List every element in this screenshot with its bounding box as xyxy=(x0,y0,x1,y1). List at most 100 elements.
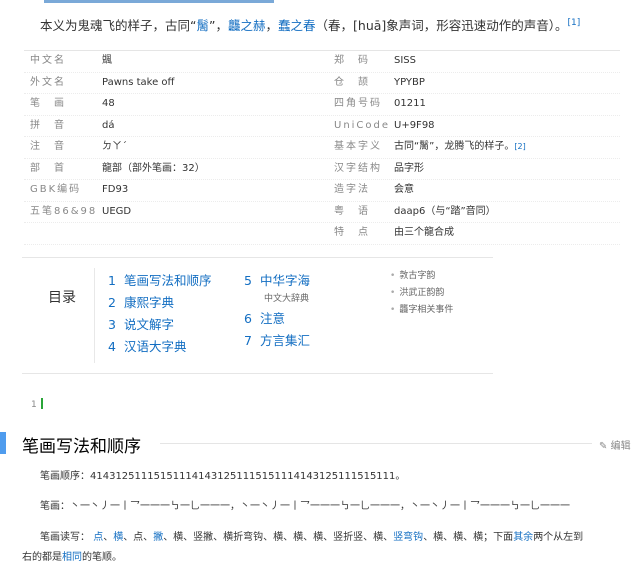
stroke-reading-link[interactable]: 相同 xyxy=(62,552,82,563)
info-row: 中文名 䬇 郑 码 SISS xyxy=(24,51,620,73)
line-number: 1 xyxy=(31,398,43,410)
toc-related-item[interactable]: • 敦古字韵 xyxy=(390,268,453,285)
stroke-reading-label: 笔画读写： xyxy=(40,532,90,543)
info-row: 特 点 由三个龍合成 xyxy=(24,223,620,245)
toc-column-1: 1 笔画写法和顺序 2 康熙字典 3 说文解字 4 汉语大字典 xyxy=(108,270,212,358)
toc-item[interactable]: 7 方言集汇 xyxy=(244,330,310,352)
intro-link-2[interactable]: 龘之赫 xyxy=(228,18,266,33)
info-key: 五笔86&98 xyxy=(30,205,98,217)
stroke-reading-text: 、横、横、横；下面 xyxy=(423,532,514,543)
info-key: UniCode xyxy=(334,119,391,131)
cursor-bar xyxy=(40,398,43,409)
info-key: 注 音 xyxy=(30,141,66,152)
intro-link-1[interactable]: 䯾 xyxy=(196,18,209,33)
stroke-reading-text: 右的都是 xyxy=(22,552,62,563)
toc-item[interactable]: 2 康熙字典 xyxy=(108,292,212,314)
info-key: 特 点 xyxy=(334,227,370,238)
toc-item-link[interactable]: 方言集汇 xyxy=(260,333,310,348)
reference-1[interactable]: [1] xyxy=(568,18,581,28)
stroke-reading-text: 、 xyxy=(103,532,114,543)
stroke-order-label: 笔画顺序： xyxy=(40,471,90,482)
info-value: FD93 xyxy=(102,184,129,195)
info-value: daap6（与“踏”音同） xyxy=(394,205,496,217)
info-key: 郑 码 xyxy=(334,55,370,66)
info-key: 部 首 xyxy=(30,162,66,174)
section-divider xyxy=(160,443,592,444)
toc-divider xyxy=(94,268,95,363)
intro-link-3[interactable]: 蠢之春 xyxy=(278,18,316,33)
toc-item-link[interactable]: 汉语大字典 xyxy=(124,339,187,354)
stroke-reading-line-2: 右的都是相同的笔顺。 xyxy=(22,548,122,563)
intro-text: （春，[huā]象声词，形容迅速动作的声音）。 xyxy=(315,18,568,33)
toc-title: 目录 xyxy=(48,290,76,306)
stroke-order-value: 4143125111515111414312511151511141431251… xyxy=(90,471,406,482)
edit-button[interactable]: ✎ 编辑 xyxy=(599,437,631,452)
info-row: 注 音 ㄉㄚˊ 基本字义 古同“䯾”，龙腾飞的样子。 [2] xyxy=(24,137,620,159)
stroke-reading-text: 的笔顺。 xyxy=(82,552,122,563)
line-number-text: 1 xyxy=(31,400,37,410)
info-key: GBK编码 xyxy=(30,184,82,195)
strokes-label: 笔画： xyxy=(40,501,70,512)
info-value: SISS xyxy=(394,55,416,66)
toc-item-number: 7 xyxy=(244,333,252,348)
info-value: ㄉㄚˊ xyxy=(102,141,127,152)
toc-item-number: 5 xyxy=(244,273,252,288)
info-value: Pawns take off xyxy=(102,76,175,88)
info-value: 会意 xyxy=(394,184,414,195)
info-value: 品字形 xyxy=(394,162,424,174)
bullet-icon: • xyxy=(390,271,396,281)
stroke-link[interactable]: 其余 xyxy=(513,532,533,543)
strokes-value: 丶一丶丿一丨乛一一一㇉一乚一一一，丶一丶丿一丨乛一一一㇉一乚一一一，丶一丶丿一丨… xyxy=(70,501,570,512)
stroke-link[interactable]: 撇 xyxy=(153,532,163,543)
toc-item-link[interactable]: 笔画写法和顺序 xyxy=(124,273,212,288)
info-value: 䬇 xyxy=(102,55,112,66)
section-title: 笔画写法和顺序 xyxy=(22,437,141,457)
toc-item-number: 3 xyxy=(108,317,116,332)
stroke-link[interactable]: 竖弯钩 xyxy=(393,532,423,543)
stroke-reading-text: 两个从左到 xyxy=(533,532,584,543)
toc-item[interactable]: 1 笔画写法和顺序 xyxy=(108,270,212,292)
info-row: 笔 画 48 四角号码 01211 xyxy=(24,94,620,116)
info-key: 粤 语 xyxy=(334,205,370,217)
toc-related-label: 敦古字韵 xyxy=(399,271,436,281)
pencil-icon: ✎ xyxy=(599,441,608,452)
stroke-link[interactable]: 点 xyxy=(93,532,103,543)
info-value: 48 xyxy=(102,98,115,109)
stroke-link[interactable]: 横 xyxy=(113,532,123,543)
intro-text: ”， xyxy=(209,18,228,33)
info-value: 古同“䯾”，龙腾飞的样子。 xyxy=(394,141,515,152)
reference-2[interactable]: [2] xyxy=(514,137,525,158)
intro-text: ， xyxy=(265,18,279,33)
info-value: dá xyxy=(102,119,115,131)
info-key xyxy=(24,223,102,244)
info-value: UEGD xyxy=(102,205,132,217)
bullet-icon: • xyxy=(390,305,396,315)
info-value: YPYBP xyxy=(394,76,425,88)
info-key: 基本字义 xyxy=(334,141,382,152)
toc-related-item[interactable]: • 龘字相关事件 xyxy=(390,302,453,319)
top-link-underline xyxy=(44,0,274,3)
info-value: 由三个龍合成 xyxy=(394,227,454,238)
toc-item[interactable]: 4 汉语大字典 xyxy=(108,336,212,358)
info-row: 部 首 龍部（部外笔画：32） 汉字结构 品字形 xyxy=(24,159,620,180)
basic-info-table: 中文名 䬇 郑 码 SISS 外文名 Pawns take off 仓 颉 YPYBP 笔 画 4… xyxy=(24,50,620,245)
toc-column-2: 5 中华字海中文大辞典 6 注意 7 方言集汇 xyxy=(244,270,310,352)
toc-item[interactable]: 3 说文解字 xyxy=(108,314,212,336)
bullet-icon: • xyxy=(390,288,396,298)
info-key: 造字法 xyxy=(334,184,370,195)
toc-item-link[interactable]: 康熙字典 xyxy=(124,295,174,310)
toc-item-link[interactable]: 中华字海 xyxy=(260,273,310,288)
stroke-reading-line: 笔画读写： 点、横、点、撇、横、竖撇、横折弯钩、横、横、横、竖折竖、横、竖弯钩、… xyxy=(40,528,583,543)
info-value xyxy=(102,223,334,244)
toc-item-link[interactable]: 说文解字 xyxy=(124,317,174,332)
info-key: 四角号码 xyxy=(334,98,382,109)
toc-item-link[interactable]: 注意 xyxy=(260,311,285,326)
toc-related-item[interactable]: • 洪武正韵韵 xyxy=(390,285,453,302)
table-of-contents: 目录 1 笔画写法和顺序 2 康熙字典 3 说文解字 4 汉语大字典 5 中华字海中文大辞典 6 注… xyxy=(22,257,493,374)
toc-item[interactable]: 6 注意 xyxy=(244,308,310,330)
toc-related-label: 龘字相关事件 xyxy=(399,305,454,315)
stroke-order-line: 笔画顺序：41431251115151114143125111515111414… xyxy=(40,467,405,482)
toc-item[interactable]: 5 中华字海 xyxy=(244,270,310,292)
info-value: U+9F98 xyxy=(394,119,435,131)
toc-subitem[interactable]: 中文大辞典 xyxy=(244,292,310,308)
